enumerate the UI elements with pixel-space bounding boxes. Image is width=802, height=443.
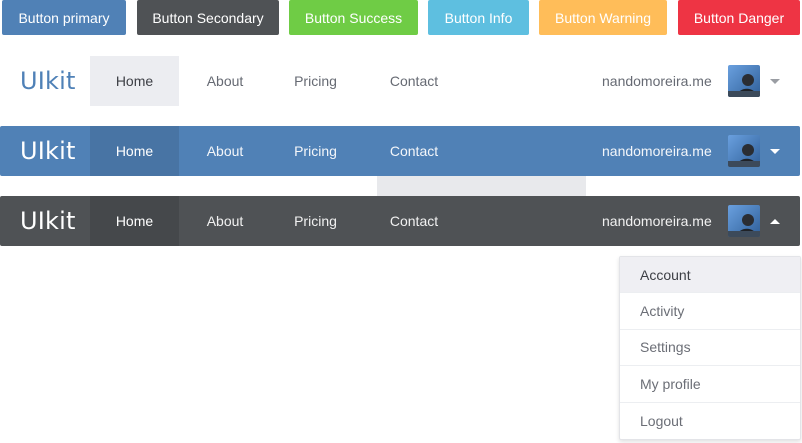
nav-item-contact[interactable]: Contact [360, 56, 468, 106]
dropdown-item-logout[interactable]: Logout [620, 403, 800, 439]
nav-item-pricing[interactable]: Pricing [271, 126, 360, 176]
button-danger[interactable]: Button Danger [678, 0, 800, 35]
nav-item-home[interactable]: Home [90, 56, 179, 106]
navbar-primary: UIkit Home About Pricing Contact nandomo… [0, 126, 800, 176]
navbar-dark: UIkit Home About Pricing Contact nandomo… [0, 196, 800, 246]
nav-item-home[interactable]: Home [90, 196, 179, 246]
button-success[interactable]: Button Success [289, 0, 418, 35]
avatar[interactable] [728, 65, 760, 97]
button-primary[interactable]: Button primary [2, 0, 126, 35]
user-name[interactable]: nandomoreira.me [602, 56, 712, 106]
button-info[interactable]: Button Info [428, 0, 529, 35]
nav-item-pricing[interactable]: Pricing [271, 56, 360, 106]
user-dropdown-menu: Account Activity Settings My profile Log… [619, 256, 801, 440]
nav-item-home[interactable]: Home [90, 126, 179, 176]
nav-item-pricing[interactable]: Pricing [271, 196, 360, 246]
navbar-light: UIkit Home About Pricing Contact nandomo… [0, 56, 800, 106]
brand-logo[interactable]: UIkit [20, 126, 76, 176]
nav-item-about[interactable]: About [179, 126, 271, 176]
avatar-image [728, 205, 760, 237]
brand-logo[interactable]: UIkit [20, 56, 76, 106]
chevron-up-icon[interactable] [769, 196, 781, 246]
chevron-down-icon[interactable] [769, 126, 781, 176]
brand-logo[interactable]: UIkit [20, 196, 76, 246]
avatar-image [728, 65, 760, 97]
dropdown-item-activity[interactable]: Activity [620, 293, 800, 330]
user-name[interactable]: nandomoreira.me [602, 196, 712, 246]
dropdown-item-account[interactable]: Account [620, 257, 800, 294]
avatar[interactable] [728, 135, 760, 167]
avatar-image [728, 135, 760, 167]
contact-hover-dropdown-strip [377, 176, 586, 196]
nav-item-about[interactable]: About [179, 196, 271, 246]
nav-item-contact[interactable]: Contact [360, 196, 468, 246]
nav-item-contact[interactable]: Contact [360, 126, 468, 176]
page: Button primary Button Secondary Button S… [0, 0, 802, 443]
button-secondary[interactable]: Button Secondary [137, 0, 279, 35]
dropdown-item-my-profile[interactable]: My profile [620, 366, 800, 403]
dropdown-item-settings[interactable]: Settings [620, 330, 800, 367]
user-name[interactable]: nandomoreira.me [602, 126, 712, 176]
chevron-down-icon[interactable] [769, 56, 781, 106]
nav-item-about[interactable]: About [179, 56, 271, 106]
avatar[interactable] [728, 205, 760, 237]
button-warning[interactable]: Button Warning [539, 0, 667, 35]
